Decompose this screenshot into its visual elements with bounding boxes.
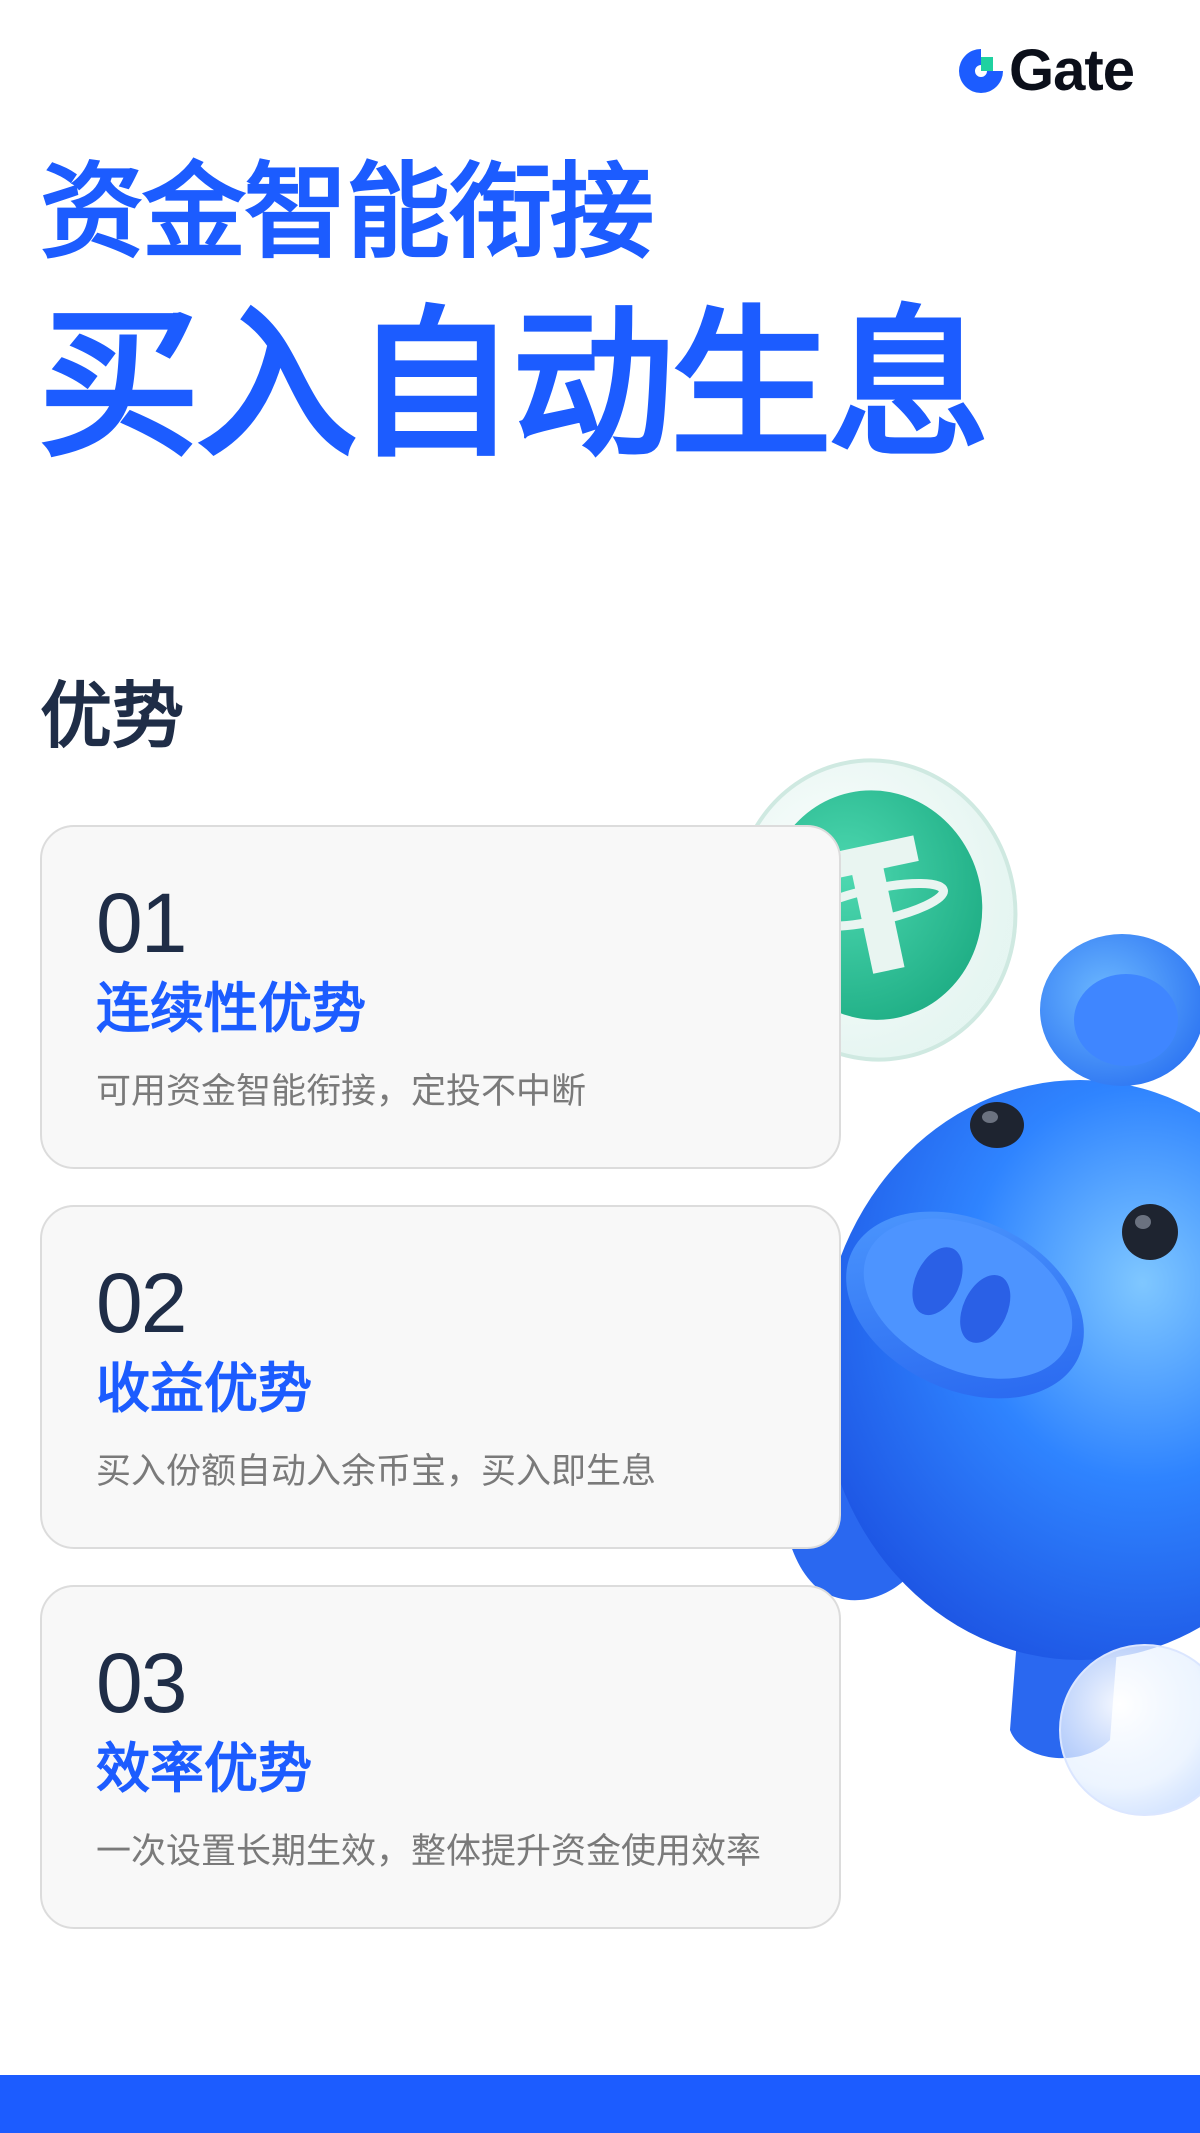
card-title: 收益优势: [96, 1357, 312, 1420]
piggy-bank-icon: [782, 934, 1200, 1816]
headline-secondary: 买入自动生息: [38, 292, 990, 480]
card-description: 买入份额自动入余币宝，买入即生息: [96, 1452, 657, 1492]
gate-logo-icon: [959, 49, 1004, 93]
section-title: 优势: [40, 674, 185, 758]
card-description: 可用资金智能衔接，定投不中断: [96, 1072, 587, 1112]
advantage-card-03: 03 效率优势 一次设置长期生效，整体提升资金使用效率: [40, 1585, 841, 1929]
card-number: 01: [96, 876, 187, 970]
advantage-card-01: 01 连续性优势 可用资金智能衔接，定投不中断: [40, 825, 841, 1169]
brand-logo: Gate: [955, 38, 1135, 103]
headline-primary: 资金智能衔接: [40, 151, 654, 273]
card-number: 03: [96, 1636, 187, 1730]
card-title: 连续性优势: [96, 977, 366, 1040]
card-title: 效率优势: [96, 1737, 312, 1800]
card-description: 一次设置长期生效，整体提升资金使用效率: [96, 1832, 762, 1872]
brand-name: Gate: [1009, 38, 1135, 103]
card-number: 02: [96, 1256, 187, 1350]
bottom-bar: [0, 2075, 1200, 2133]
advantage-card-02: 02 收益优势 买入份额自动入余币宝，买入即生息: [40, 1205, 841, 1549]
